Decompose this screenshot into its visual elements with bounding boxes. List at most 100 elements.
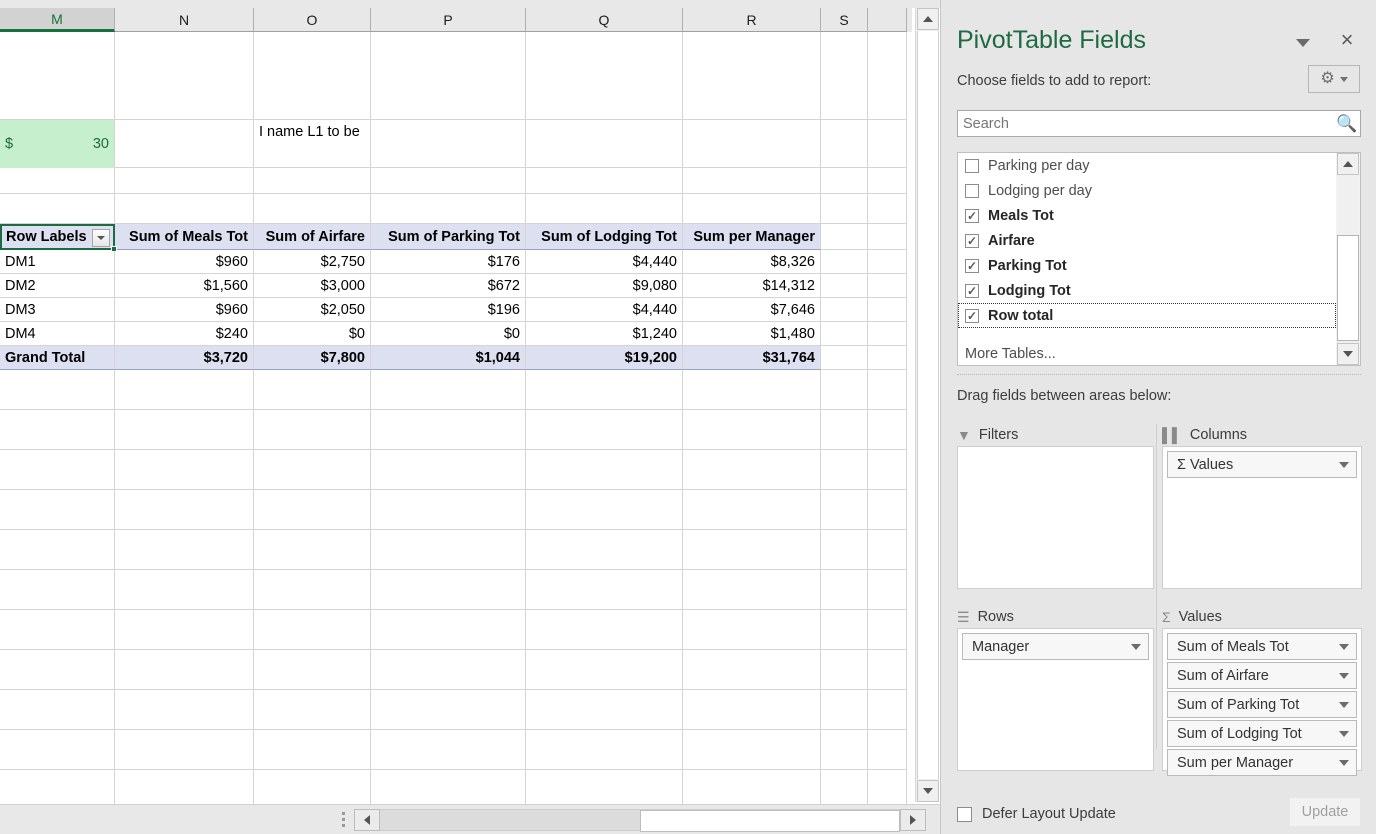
grid-row[interactable]: $30 I name L1 to be: [0, 120, 912, 168]
grand-total-cell[interactable]: $1,044: [371, 346, 526, 370]
pivot-cell[interactable]: $240: [115, 322, 254, 346]
field-item-parking-tot[interactable]: ✓ Parking Tot: [958, 253, 1336, 278]
field-item-lodging-tot[interactable]: ✓ Lodging Tot: [958, 278, 1336, 303]
grid-cell-empty[interactable]: [683, 530, 821, 570]
table-row[interactable]: DM1 $960 $2,750 $176 $4,440 $8,326: [0, 250, 912, 274]
pivot-cell[interactable]: $14,312: [683, 274, 821, 298]
grid-cell-empty[interactable]: [371, 194, 526, 224]
chevron-down-icon[interactable]: [1339, 672, 1349, 679]
grid-cell-empty[interactable]: [821, 346, 868, 370]
values-field-sum-per-manager[interactable]: Sum per Manager: [1167, 749, 1357, 776]
grid-cell-empty[interactable]: [683, 370, 821, 410]
grid-cell-empty[interactable]: [115, 410, 254, 450]
grid-cell-empty[interactable]: [683, 730, 821, 770]
area-columns[interactable]: ▌▌ Columns Σ Values: [1162, 424, 1362, 589]
grid-cell-empty[interactable]: [868, 570, 907, 610]
grid-cell-empty[interactable]: [868, 530, 907, 570]
pivot-row-label[interactable]: DM2: [0, 274, 115, 298]
grid-cell-empty[interactable]: [526, 168, 683, 194]
scroll-right-icon[interactable]: [900, 808, 926, 831]
chevron-down-icon[interactable]: [1339, 701, 1349, 708]
pivot-cell[interactable]: $196: [371, 298, 526, 322]
field-item-parking-per-day[interactable]: Parking per day: [958, 153, 1336, 178]
grid-cell-empty[interactable]: [526, 32, 683, 120]
grid-cell-empty[interactable]: [526, 450, 683, 490]
grid-cell-empty[interactable]: [683, 32, 821, 120]
split-grip-icon[interactable]: [336, 809, 350, 831]
search-input[interactable]: [958, 114, 1334, 133]
grand-total-cell[interactable]: $3,720: [115, 346, 254, 370]
grid-row[interactable]: [0, 490, 912, 530]
grid-row[interactable]: [0, 370, 912, 410]
grid-cell-empty[interactable]: [0, 530, 115, 570]
grid-cell-empty[interactable]: [821, 410, 868, 450]
grid-cell-empty[interactable]: [821, 450, 868, 490]
grid-cell-empty[interactable]: [371, 490, 526, 530]
grid-cell-empty[interactable]: [115, 490, 254, 530]
columns-field-values[interactable]: Σ Values: [1167, 451, 1357, 478]
grid-cell-empty[interactable]: [868, 346, 907, 370]
grid-cell-empty[interactable]: [683, 690, 821, 730]
gear-button[interactable]: ⚙: [1308, 65, 1360, 93]
grid-cell-empty[interactable]: [526, 690, 683, 730]
grid-cell-empty[interactable]: [371, 730, 526, 770]
hscroll-thumb[interactable]: [640, 809, 900, 832]
grid-cell-empty[interactable]: [371, 370, 526, 410]
values-field-sum-of-parking-tot[interactable]: Sum of Parking Tot: [1167, 691, 1357, 718]
grid-cell-empty[interactable]: [0, 730, 115, 770]
grid-cell-empty[interactable]: [115, 120, 254, 168]
row-labels-header-cell[interactable]: Row Labels: [0, 224, 117, 252]
grid-cell-empty[interactable]: [115, 194, 254, 224]
grid-cell-empty[interactable]: [526, 490, 683, 530]
grid-cell-empty[interactable]: [868, 194, 907, 224]
grid-cell-empty[interactable]: [254, 194, 371, 224]
selection-handle[interactable]: [111, 246, 117, 252]
grid-cell-empty[interactable]: [115, 450, 254, 490]
grid-cells[interactable]: $30 I name L1 to be Row Labels Sum of Meals…: [0, 32, 912, 810]
grid-cell-empty[interactable]: [821, 570, 868, 610]
grid-cell-empty[interactable]: [683, 610, 821, 650]
grid-cell-empty[interactable]: [821, 650, 868, 690]
grid-cell-empty[interactable]: [821, 194, 868, 224]
grid-cell-empty[interactable]: [868, 370, 907, 410]
grid-cell-empty[interactable]: [683, 650, 821, 690]
grid-row[interactable]: [0, 690, 912, 730]
grid-cell-empty[interactable]: [254, 690, 371, 730]
column-header-n[interactable]: N: [115, 8, 254, 32]
grid-cell-empty[interactable]: [868, 274, 907, 298]
table-row[interactable]: DM3 $960 $2,050 $196 $4,440 $7,646: [0, 298, 912, 322]
grid-cell-empty[interactable]: [821, 32, 868, 120]
grid-cell-empty[interactable]: [683, 120, 821, 168]
checkbox-checked-icon[interactable]: ✓: [965, 308, 979, 323]
filter-dropdown-icon[interactable]: [92, 229, 110, 247]
pivot-cell[interactable]: $672: [371, 274, 526, 298]
chevron-down-icon[interactable]: [1339, 730, 1349, 737]
values-field-sum-of-meals-tot[interactable]: Sum of Meals Tot: [1167, 633, 1357, 660]
grid-cell-empty[interactable]: [254, 32, 371, 120]
table-row[interactable]: DM2 $1,560 $3,000 $672 $9,080 $14,312: [0, 274, 912, 298]
column-header-o[interactable]: O: [254, 8, 371, 32]
chevron-down-icon[interactable]: [1292, 32, 1314, 54]
grid-cell-empty[interactable]: [683, 490, 821, 530]
grid-cell-empty[interactable]: [821, 322, 868, 346]
grid-row[interactable]: [0, 530, 912, 570]
checkbox-checked-icon[interactable]: ✓: [965, 208, 979, 223]
grid-cell-empty[interactable]: [254, 730, 371, 770]
grid-cell-empty[interactable]: [254, 168, 371, 194]
grid-cell-empty[interactable]: [371, 570, 526, 610]
scroll-left-icon[interactable]: [354, 808, 380, 831]
spreadsheet-grid[interactable]: MNOPQRS $30 I name L1 to be Row Labels Sum …: [0, 0, 940, 834]
field-item-row-total[interactable]: ✓ Row total: [958, 303, 1336, 328]
column-header-row[interactable]: MNOPQRS: [0, 8, 912, 32]
values-field-sum-of-lodging-tot[interactable]: Sum of Lodging Tot: [1167, 720, 1357, 747]
grid-row[interactable]: [0, 450, 912, 490]
field-list-scrollbar[interactable]: [1336, 153, 1360, 365]
pivot-cell[interactable]: $1,240: [526, 322, 683, 346]
checkbox-checked-icon[interactable]: ✓: [965, 233, 979, 248]
grid-cell-empty[interactable]: [526, 730, 683, 770]
grid-cell-empty[interactable]: [526, 370, 683, 410]
pivot-cell[interactable]: $960: [115, 250, 254, 274]
grand-total-label[interactable]: Grand Total: [0, 346, 115, 370]
defer-layout-update-row[interactable]: Defer Layout Update: [957, 806, 1116, 822]
grid-cell-empty[interactable]: [371, 32, 526, 120]
